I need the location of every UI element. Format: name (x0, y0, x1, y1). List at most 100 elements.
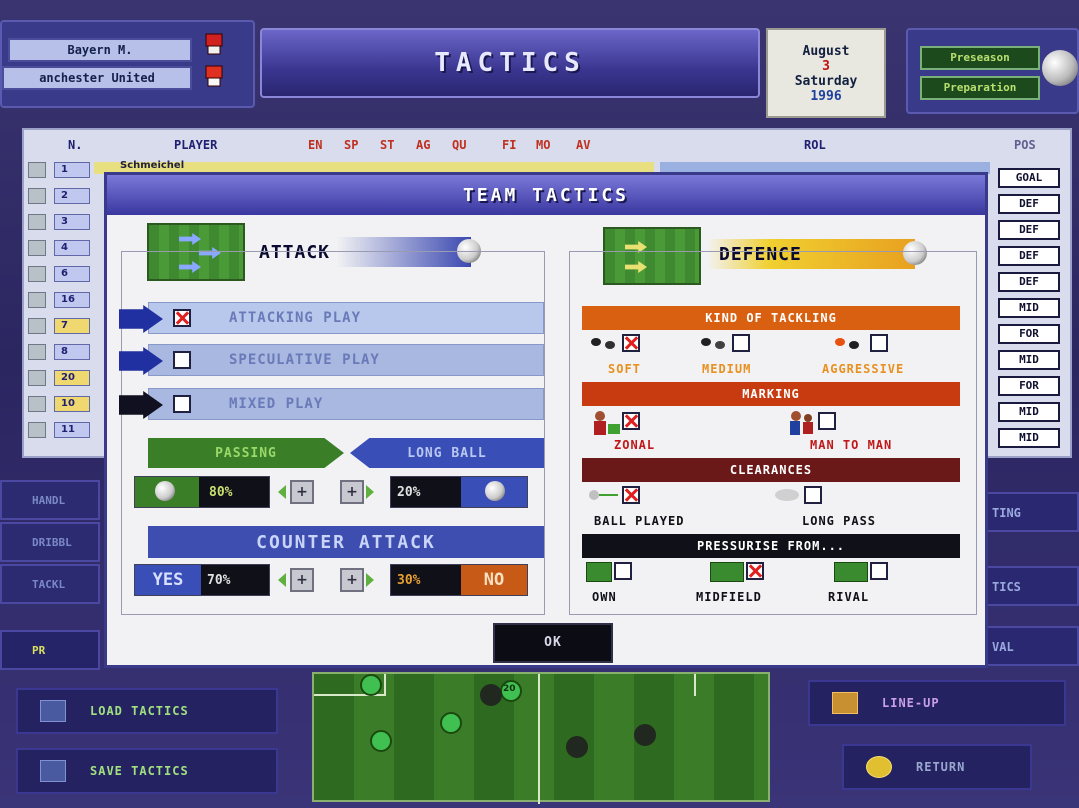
player-position[interactable]: MID (998, 428, 1060, 448)
counter-no-box[interactable]: 30% NO (390, 564, 528, 596)
pitch-player-marker[interactable] (370, 730, 392, 752)
player-position[interactable]: MID (998, 298, 1060, 318)
col-header-rol: ROL (804, 138, 826, 152)
ok-button[interactable]: OK (493, 623, 613, 663)
pitch-player-marker[interactable]: 20 (500, 680, 522, 702)
row-select-icon[interactable] (28, 370, 46, 386)
own-checkbox[interactable] (614, 562, 632, 580)
player-number[interactable]: 3 (54, 214, 90, 230)
load-tactics-button[interactable]: LOAD TACTICS (16, 688, 278, 734)
return-button[interactable]: RETURN (842, 744, 1032, 790)
speculative-play-option[interactable]: SPECULATIVE PLAY (119, 344, 544, 376)
ball-played-checkbox[interactable] (622, 486, 640, 504)
medium-checkbox[interactable] (732, 334, 750, 352)
long-pass-checkbox[interactable] (804, 486, 822, 504)
row-select-icon[interactable] (28, 162, 46, 178)
row-select-icon[interactable] (28, 188, 46, 204)
rival-label: RIVAL (828, 590, 870, 604)
arrow-icon (119, 305, 163, 333)
row-select-icon[interactable] (28, 318, 46, 334)
player-number[interactable]: 16 (54, 292, 90, 308)
pitch-player-marker[interactable] (440, 712, 462, 734)
player-position[interactable]: FOR (998, 376, 1060, 396)
away-team-name: anchester United (2, 66, 192, 90)
passing-decrease-button[interactable]: + (290, 480, 314, 504)
pitch-player-marker[interactable] (360, 674, 382, 696)
soft-checkbox[interactable] (622, 334, 640, 352)
row-select-icon[interactable] (28, 214, 46, 230)
long-pass-icon (775, 489, 799, 501)
row-select-icon[interactable] (28, 266, 46, 282)
row-select-icon[interactable] (28, 240, 46, 256)
football-icon (1042, 50, 1078, 86)
player-number[interactable]: 2 (54, 188, 90, 204)
side-menu-item[interactable]: HANDL (0, 480, 100, 520)
aggressive-checkbox[interactable] (870, 334, 888, 352)
mixed-play-option[interactable]: MIXED PLAY (119, 388, 544, 420)
player-number[interactable]: 20 (54, 370, 90, 386)
formation-pitch[interactable]: 20 (312, 672, 770, 804)
player-number[interactable]: 7 (54, 318, 90, 334)
long-ball-value-box: 20% (390, 476, 528, 508)
mixed-play-checkbox[interactable] (173, 395, 191, 413)
player-number[interactable]: 8 (54, 344, 90, 360)
col-header-fi: FI (502, 138, 517, 152)
long-pass-label: LONG PASS (802, 514, 877, 528)
speculative-play-checkbox[interactable] (173, 351, 191, 369)
marking-heading: MARKING (582, 382, 960, 406)
decrease-arrow-icon[interactable] (278, 573, 286, 587)
player-position[interactable]: DEF (998, 272, 1060, 292)
decrease-arrow-icon[interactable] (278, 485, 286, 499)
player-position[interactable]: GOAL (998, 168, 1060, 188)
player-position[interactable]: DEF (998, 246, 1060, 266)
player-position[interactable]: DEF (998, 220, 1060, 240)
dialog-title: TEAM TACTICS (462, 184, 630, 206)
player-number[interactable]: 11 (54, 422, 90, 438)
row-select-icon[interactable] (28, 292, 46, 308)
row-select-icon[interactable] (28, 422, 46, 438)
row-select-icon[interactable] (28, 344, 46, 360)
player-position[interactable]: MID (998, 402, 1060, 422)
rival-checkbox[interactable] (870, 562, 888, 580)
side-menu-item[interactable]: TACKL (0, 564, 100, 604)
preseason-button[interactable]: Preseason (920, 46, 1040, 70)
side-menu-item[interactable]: DRIBBL (0, 522, 100, 562)
attacking-play-checkbox[interactable] (173, 309, 191, 327)
soft-tackle-icon (591, 338, 615, 349)
player-number[interactable]: 6 (54, 266, 90, 282)
passing-increase-button[interactable]: + (340, 480, 364, 504)
man-to-man-checkbox[interactable] (818, 412, 836, 430)
player-number[interactable]: 4 (54, 240, 90, 256)
counter-decrease-button[interactable]: + (290, 568, 314, 592)
own-label: OWN (592, 590, 617, 604)
player-number[interactable]: 10 (54, 396, 90, 412)
preparation-button[interactable]: Preparation (920, 76, 1040, 100)
passing-value-box: 80% (134, 476, 270, 508)
line-up-button[interactable]: LINE-UP (808, 680, 1066, 726)
right-menu-item[interactable]: TING (986, 492, 1079, 532)
mixed-play-label: MIXED PLAY (229, 396, 324, 412)
right-menu-item[interactable]: VAL (986, 626, 1079, 666)
counter-yes-box[interactable]: YES 70% (134, 564, 270, 596)
player-position[interactable]: FOR (998, 324, 1060, 344)
side-menu-item[interactable]: PR (0, 630, 100, 670)
col-header-sp: SP (344, 138, 359, 152)
player-position[interactable]: MID (998, 350, 1060, 370)
right-menu-item[interactable]: TICS (986, 566, 1079, 606)
midfield-checkbox[interactable] (746, 562, 764, 580)
counter-no-value: 30% (397, 572, 421, 588)
increase-arrow-icon[interactable] (366, 485, 374, 499)
save-tactics-button[interactable]: SAVE TACTICS (16, 748, 278, 794)
player-position[interactable]: DEF (998, 194, 1060, 214)
counter-increase-button[interactable]: + (340, 568, 364, 592)
attacking-play-label: ATTACKING PLAY (229, 310, 362, 326)
row-select-icon[interactable] (28, 396, 46, 412)
player-number[interactable]: 1 (54, 162, 90, 178)
zonal-checkbox[interactable] (622, 412, 640, 430)
medium-label: MEDIUM (702, 362, 752, 376)
home-team-name: Bayern M. (8, 38, 192, 62)
attacking-play-option[interactable]: ATTACKING PLAY (119, 302, 544, 334)
increase-arrow-icon[interactable] (366, 573, 374, 587)
passing-tag: PASSING (148, 438, 344, 468)
load-tactics-label: LOAD TACTICS (90, 704, 189, 718)
